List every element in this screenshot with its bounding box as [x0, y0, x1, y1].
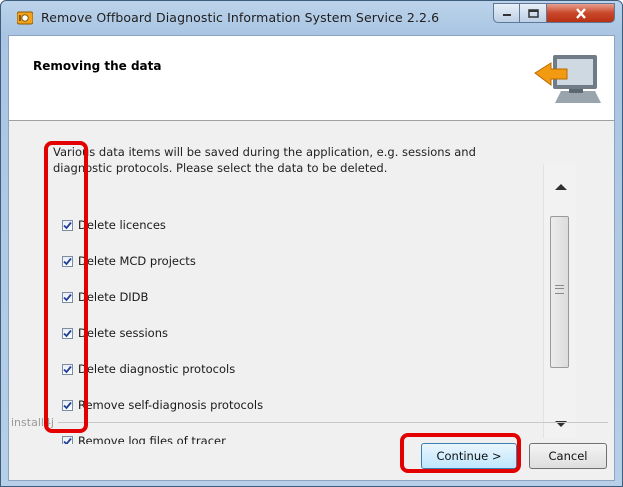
installer-window: Remove Offboard Diagnostic Information S…: [0, 0, 623, 487]
scroll-up-icon[interactable]: [555, 184, 567, 190]
checkbox[interactable]: [62, 291, 73, 303]
intro-text: Various data items will be saved during …: [53, 145, 476, 175]
list-item[interactable]: Remove self-diagnosis protocols: [62, 396, 263, 414]
brand-label: install4j: [11, 416, 58, 429]
list-item[interactable]: Delete DIDB: [62, 288, 148, 306]
checkbox[interactable]: [62, 327, 73, 339]
checkbox-label: Delete sessions: [78, 326, 169, 340]
computer-remove-arrow-icon: [534, 55, 601, 103]
vertical-scrollbar[interactable]: [543, 164, 576, 438]
close-icon: [575, 7, 586, 19]
checkbox-label: Remove self-diagnosis protocols: [78, 398, 264, 412]
checkbox[interactable]: [62, 435, 73, 444]
checkmark-icon: [63, 437, 72, 444]
footer-divider: [49, 422, 608, 423]
dialog-header: Removing the data: [9, 36, 614, 121]
checkmark-icon: [63, 401, 72, 409]
checkbox[interactable]: [62, 399, 73, 411]
list-item[interactable]: Delete sessions: [62, 324, 168, 342]
app-installer-icon: [17, 11, 33, 25]
checkbox-label: Remove log files of tracer: [78, 434, 226, 444]
title-bar[interactable]: Remove Offboard Diagnostic Information S…: [1, 1, 622, 35]
page-title: Removing the data: [33, 59, 162, 73]
continue-button[interactable]: Continue >: [421, 443, 517, 469]
cancel-button[interactable]: Cancel: [529, 443, 607, 469]
checkmark-icon: [63, 293, 72, 301]
checkmark-icon: [63, 365, 72, 373]
minimize-icon: [502, 14, 511, 16]
data-checklist: Delete licences Delete MCD projects Dele…: [50, 216, 520, 444]
grip-icon: [555, 285, 564, 294]
list-item[interactable]: Delete licences: [62, 216, 166, 234]
scrollbar-thumb[interactable]: [550, 216, 569, 368]
checkbox[interactable]: [62, 219, 73, 231]
maximize-icon: [527, 8, 539, 18]
list-item[interactable]: Remove log files of tracer: [62, 432, 226, 444]
list-item[interactable]: Delete diagnostic protocols: [62, 360, 235, 378]
checkbox[interactable]: [62, 363, 73, 375]
dialog-body: Removing the data Various data items wil…: [8, 35, 615, 481]
checkmark-icon: [63, 329, 72, 337]
checkbox-label: Delete MCD projects: [78, 254, 196, 268]
minimize-button[interactable]: [493, 3, 520, 23]
checkmark-icon: [63, 221, 72, 229]
checkbox[interactable]: [62, 255, 73, 267]
maximize-button[interactable]: [520, 3, 547, 23]
checkmark-icon: [63, 257, 72, 265]
checkbox-label: Delete licences: [78, 218, 166, 232]
list-item[interactable]: Delete MCD projects: [62, 252, 196, 270]
window-title: Remove Offboard Diagnostic Information S…: [41, 10, 440, 25]
checkbox-label: Delete diagnostic protocols: [78, 362, 236, 376]
close-button[interactable]: [547, 3, 615, 23]
checkbox-label: Delete DIDB: [78, 290, 149, 304]
